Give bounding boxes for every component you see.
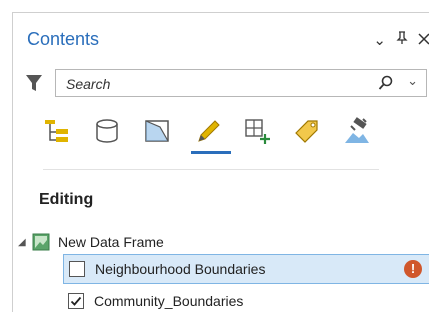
pane-title: Contents bbox=[27, 29, 100, 49]
list-by-editing-icon[interactable] bbox=[191, 117, 231, 154]
list-by-snapping-icon[interactable] bbox=[243, 117, 271, 145]
list-by-labeling-icon[interactable] bbox=[293, 117, 321, 145]
close-icon[interactable] bbox=[418, 32, 429, 50]
layer-row-community-boundaries[interactable]: Community_Boundaries bbox=[63, 286, 429, 316]
list-by-toolbar bbox=[43, 117, 371, 157]
options-chevron-icon[interactable]: ⌄ bbox=[373, 32, 386, 50]
section-heading: Editing bbox=[39, 191, 94, 208]
layer-checkbox-checked[interactable] bbox=[68, 293, 84, 309]
layer-checkbox[interactable] bbox=[69, 261, 85, 277]
warning-icon[interactable]: ! bbox=[404, 260, 422, 278]
pin-icon[interactable] bbox=[396, 31, 408, 50]
layer-row-neighbourhood-boundaries[interactable]: Neighbourhood Boundaries ! bbox=[63, 254, 429, 284]
layer-label: Community_Boundaries bbox=[94, 293, 244, 309]
list-by-drawing-order-icon[interactable] bbox=[43, 117, 71, 145]
layer-label: Neighbourhood Boundaries bbox=[95, 261, 266, 277]
collapse-triangle-icon[interactable]: ◢ bbox=[18, 237, 32, 248]
toolbar-divider bbox=[43, 169, 379, 170]
active-tool-indicator bbox=[191, 151, 231, 154]
list-by-selection-icon[interactable] bbox=[143, 117, 171, 145]
pane-controls: ⌄ bbox=[373, 31, 429, 50]
list-by-perspective-imagery-icon[interactable] bbox=[343, 117, 371, 145]
data-frame-row[interactable]: ◢ New Data Frame bbox=[18, 231, 164, 253]
map-frame-icon bbox=[32, 233, 50, 251]
contents-pane: Contents ⌄ ⌄ bbox=[12, 12, 429, 312]
filter-icon[interactable] bbox=[25, 73, 43, 93]
search-icon[interactable] bbox=[378, 75, 394, 91]
list-by-data-source-icon[interactable] bbox=[93, 117, 121, 145]
data-frame-label: New Data Frame bbox=[58, 234, 164, 250]
search-box: ⌄ bbox=[55, 69, 427, 97]
search-input[interactable] bbox=[64, 73, 388, 95]
search-options-chevron-icon[interactable]: ⌄ bbox=[407, 73, 418, 89]
